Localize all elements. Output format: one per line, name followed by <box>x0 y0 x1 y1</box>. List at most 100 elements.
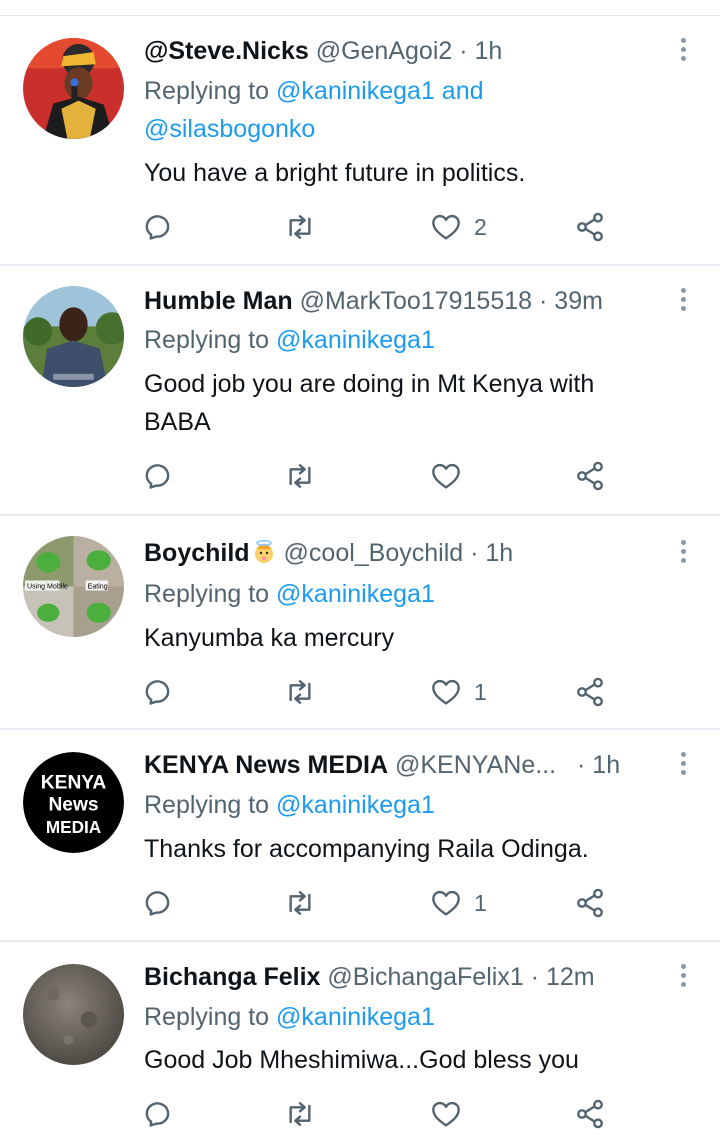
tweet-item[interactable]: Using Mobile Eating Boychild @cool_Boych… <box>0 516 720 730</box>
tweet-actions <box>144 458 624 494</box>
retweet-button[interactable] <box>284 1096 316 1132</box>
more-options-icon[interactable] <box>678 540 688 566</box>
like-button[interactable]: 2 <box>430 209 487 245</box>
avatar[interactable] <box>23 964 124 1065</box>
tweet-actions: 1 <box>144 885 624 921</box>
display-name[interactable]: Boychild <box>144 539 250 567</box>
reply-button[interactable] <box>144 209 176 245</box>
tweet-text-line: BABA <box>144 408 211 436</box>
more-options-icon[interactable] <box>678 288 688 314</box>
user-handle[interactable]: @MarkToo17915518 <box>300 287 532 315</box>
display-name[interactable]: @Steve.Nicks <box>144 37 309 65</box>
replying-prefix: Replying to <box>144 326 270 354</box>
mention-link[interactable]: @kaninikega1 <box>276 580 435 608</box>
logo-text: KENYA <box>41 772 107 793</box>
logo-text: MEDIA <box>46 817 101 837</box>
timestamp[interactable]: · 1h <box>577 751 620 779</box>
replying-to: Replying to @kaninikega1 <box>144 575 680 613</box>
share-icon <box>574 1098 606 1130</box>
reply-button[interactable] <box>144 885 176 921</box>
reply-icon <box>144 1098 176 1130</box>
like-count: 2 <box>474 213 487 240</box>
share-button[interactable] <box>574 674 606 710</box>
user-handle[interactable]: @GenAgoi2 <box>316 37 453 65</box>
share-icon <box>574 887 606 919</box>
heart-icon <box>430 211 462 243</box>
more-options-icon[interactable] <box>678 38 688 64</box>
tweet-text: Good Job Mheshimiwa...God bless you <box>144 1046 579 1074</box>
tweet-text: Kanyumba ka mercury <box>144 624 395 652</box>
more-options-icon[interactable] <box>678 752 688 778</box>
like-button[interactable]: 1 <box>430 885 487 921</box>
user-handle[interactable]: @cool_Boychild <box>284 539 464 567</box>
timestamp[interactable]: · 1h <box>459 37 502 65</box>
share-button[interactable] <box>574 885 606 921</box>
logo-text: News <box>48 795 98 816</box>
tweet-item[interactable]: KENYA News MEDIA KENYA News MEDIA @KENYA… <box>0 730 720 942</box>
avatar-label: Using Mobile <box>27 584 68 591</box>
like-button[interactable]: 1 <box>430 674 487 710</box>
share-button[interactable] <box>574 209 606 245</box>
reply-button[interactable] <box>144 1096 176 1132</box>
retweet-button[interactable] <box>284 674 316 710</box>
mention-link[interactable]: @kaninikega1 <box>276 791 435 819</box>
retweet-button[interactable] <box>284 885 316 921</box>
mention-link[interactable]: @kaninikega1 and <box>276 77 483 105</box>
more-options-icon[interactable] <box>678 964 688 990</box>
timestamp[interactable]: · 39m <box>539 287 603 315</box>
tweet-item[interactable]: Bichanga Felix @BichangaFelix1 · 12m Rep… <box>0 942 720 1143</box>
share-icon <box>574 460 606 492</box>
share-icon <box>574 676 606 708</box>
retweet-button[interactable] <box>284 209 316 245</box>
timestamp[interactable]: · 1h <box>470 539 513 567</box>
avatar[interactable] <box>23 286 124 387</box>
share-button[interactable] <box>574 458 606 494</box>
mention-link[interactable]: @kaninikega1 <box>276 1003 435 1031</box>
tweet-text: Thanks for accompanying Raila Odinga. <box>144 835 589 863</box>
display-name[interactable]: Bichanga Felix <box>144 963 320 991</box>
tweet-header: Humble Man @MarkToo17915518 · 39m <box>144 284 664 318</box>
share-icon <box>574 211 606 243</box>
tweet-actions: 1 <box>144 674 624 710</box>
tweet-item[interactable]: Humble Man @MarkToo17915518 · 39m Replyi… <box>0 266 720 516</box>
reply-icon <box>144 460 176 492</box>
replying-prefix: Replying to <box>144 77 270 105</box>
like-count: 1 <box>474 889 487 916</box>
share-button[interactable] <box>574 1096 606 1132</box>
timestamp[interactable]: · 12m <box>531 963 595 991</box>
like-button[interactable] <box>430 1096 474 1132</box>
heart-icon <box>430 460 462 492</box>
display-name[interactable]: KENYA News MEDIA <box>144 751 388 779</box>
tweet-text: Good job you are doing in Mt Kenya with … <box>144 365 680 441</box>
avatar[interactable] <box>23 38 124 139</box>
like-button[interactable] <box>430 458 474 494</box>
replying-prefix: Replying to <box>144 580 270 608</box>
reply-icon <box>144 211 176 243</box>
replying-prefix: Replying to <box>144 791 270 819</box>
retweet-icon <box>284 887 316 919</box>
replying-prefix: Replying to <box>144 1003 270 1031</box>
avatar[interactable]: KENYA News MEDIA <box>23 752 124 853</box>
retweet-icon <box>284 211 316 243</box>
retweet-icon <box>284 1098 316 1130</box>
retweet-button[interactable] <box>284 458 316 494</box>
user-handle[interactable]: @KENYANe... <box>395 751 556 779</box>
reply-button[interactable] <box>144 674 176 710</box>
mention-link[interactable]: @silasbogonko <box>144 115 315 143</box>
mention-link[interactable]: @kaninikega1 <box>276 326 435 354</box>
retweet-icon <box>284 676 316 708</box>
reply-icon <box>144 676 176 708</box>
tweet-item[interactable]: @Steve.Nicks @GenAgoi2 · 1h Replying to … <box>0 16 720 266</box>
display-name[interactable]: Humble Man <box>144 287 293 315</box>
replying-to: Replying to @kaninikega1 <box>144 321 680 359</box>
avatar[interactable]: Using Mobile Eating <box>23 536 124 637</box>
tweet-header: Boychild @cool_Boychild · 1h <box>144 536 664 570</box>
tweet-header: @Steve.Nicks @GenAgoi2 · 1h <box>144 34 664 68</box>
replying-to: Replying to @kaninikega1 and @silasbogon… <box>144 72 680 148</box>
tweet-text-line: Good job you are doing in Mt Kenya with <box>144 370 595 398</box>
heart-icon <box>430 1098 462 1130</box>
reply-button[interactable] <box>144 458 176 494</box>
reply-icon <box>144 887 176 919</box>
replying-to: Replying to @kaninikega1 <box>144 786 680 824</box>
user-handle[interactable]: @BichangaFelix1 <box>327 963 523 991</box>
